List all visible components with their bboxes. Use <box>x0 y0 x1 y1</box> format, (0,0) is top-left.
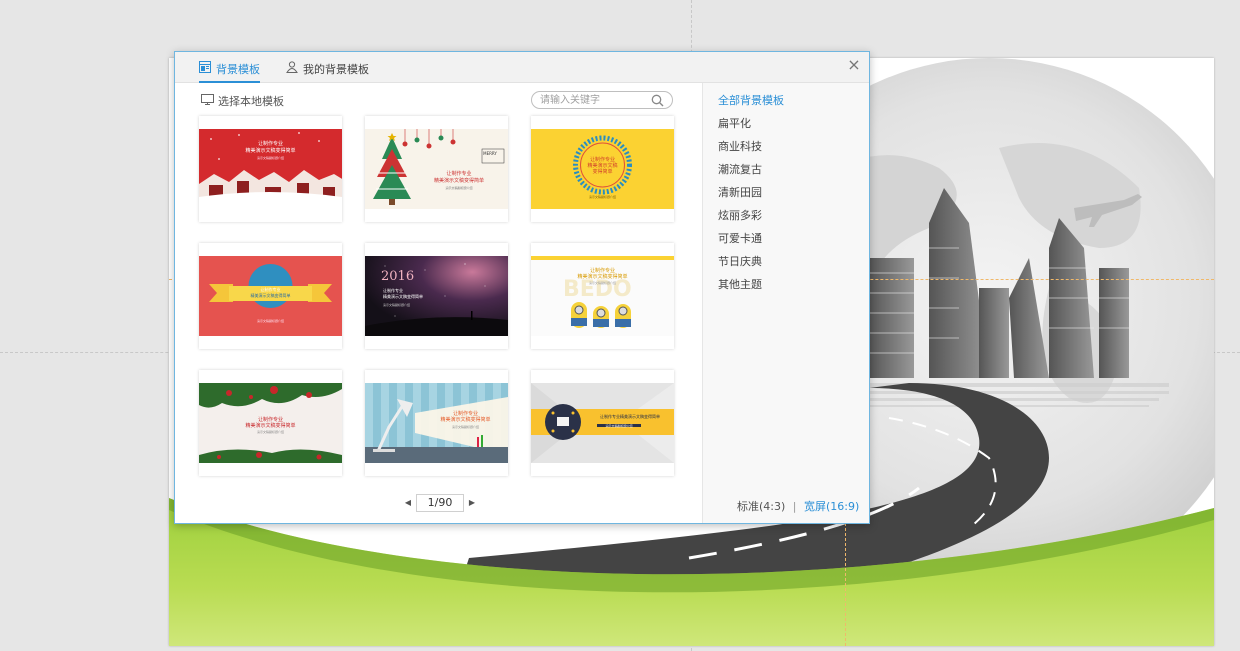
category-other[interactable]: 其他主题 <box>718 276 762 292</box>
choose-local-template-button[interactable]: 选择本地模板 <box>201 93 284 109</box>
template-subtitle: 演示文稿副标题介绍 <box>256 430 284 434</box>
dialog-header: 背景模板 我的背景模板 × <box>175 52 869 83</box>
template-title-line-3: 变得简单 <box>592 169 613 175</box>
template-card[interactable]: 让制作专业 精美演示文稿变得简单 演示文稿副标题介绍 <box>365 370 508 476</box>
category-business-tech[interactable]: 商业科技 <box>718 138 762 154</box>
template-subtitle: 演示文稿副标题介绍 <box>256 156 284 160</box>
template-card[interactable]: BEDO 让制作专业 精美演示文稿变得简单 演示文稿副标题介绍 <box>531 243 674 349</box>
template-badge: MERRY <box>483 151 497 156</box>
template-year: 2016 <box>381 269 415 284</box>
search-input[interactable] <box>540 93 648 107</box>
template-card[interactable]: 2016 让制作专业 精美演示文稿变得简单 演示文稿副标题介绍 <box>365 243 508 349</box>
template-subtitle: 演示文稿副标题介绍 <box>588 281 616 285</box>
category-colorful[interactable]: 炫丽多彩 <box>718 207 762 223</box>
template-subtitle: 演示文稿副标题介绍 <box>383 303 411 307</box>
template-title-line-2: 精美演示文稿变得简单 <box>440 417 491 423</box>
prev-page-icon[interactable]: ◀ <box>403 496 413 510</box>
template-subtitle: 演示文稿副标题介绍 <box>605 423 633 428</box>
template-subtitle: 演示文稿副标题介绍 <box>256 319 284 323</box>
aspect-standard-option[interactable]: 标准(4:3) <box>737 500 785 513</box>
tab-my-background-templates[interactable]: 我的背景模板 <box>286 61 369 83</box>
page-indicator: 1/90 <box>416 494 464 512</box>
monitor-icon <box>201 94 214 108</box>
next-page-icon[interactable]: ▶ <box>467 496 477 510</box>
aspect-wide-option[interactable]: 宽屏(16:9) <box>804 500 859 513</box>
template-title-line-2: 精美演示文稿变得简单 <box>433 178 484 184</box>
template-title-line-2: 精美演示文稿变得简单 <box>577 274 628 280</box>
aspect-ratio-selector: 标准(4:3) | 宽屏(16:9) <box>737 498 859 514</box>
template-card[interactable]: 让制作专业 精美演示文稿变得简单 演示文稿副标题介绍 <box>199 370 342 476</box>
template-title-line-2: 精美演示文稿变得简单 <box>383 294 423 299</box>
tab-label: 背景模板 <box>216 63 260 76</box>
template-card[interactable]: MERRY 让制作专业 精美演示文稿变得简单 演示文稿副标题介绍 <box>365 116 508 222</box>
template-icon <box>199 61 211 76</box>
template-thumbnail <box>365 129 508 209</box>
background-template-dialog: 背景模板 我的背景模板 × 选择本地模板 请输入关键字 让制作专业 精美演示文稿… <box>174 51 870 524</box>
template-subtitle: 演示文稿副标题介绍 <box>588 195 616 199</box>
category-retro[interactable]: 潮流复古 <box>718 161 762 177</box>
template-subtitle: 演示文稿副标题介绍 <box>451 425 479 429</box>
template-subtitle: 演示文稿副标题介绍 <box>445 186 473 190</box>
template-card[interactable]: 让制作专业 精美演示文稿变得简单 演示文稿副标题介绍 <box>199 116 342 222</box>
category-pastoral[interactable]: 清新田园 <box>718 184 762 200</box>
category-holiday[interactable]: 节日庆典 <box>718 253 762 269</box>
template-title-line-1: 让制作专业 <box>446 171 472 177</box>
close-icon[interactable]: × <box>847 57 861 73</box>
category-flat[interactable]: 扁平化 <box>718 115 751 131</box>
tab-label: 我的背景模板 <box>303 63 369 76</box>
template-title-line-1: 让制作专业精美演示文稿变得简单 <box>600 414 660 419</box>
search-box <box>531 91 673 109</box>
search-icon[interactable] <box>651 94 664 107</box>
aspect-separator: | <box>792 500 797 513</box>
template-card[interactable]: 让制作专业 精美演示文稿 变得简单 演示文稿副标题介绍 <box>531 116 674 222</box>
template-card[interactable]: 让制作专业精美演示文稿变得简单 演示文稿副标题介绍 <box>531 370 674 476</box>
local-template-label: 选择本地模板 <box>218 95 284 108</box>
category-sidebar: 全部背景模板 扁平化 商业科技 潮流复古 清新田园 炫丽多彩 可爱卡通 节日庆典… <box>702 83 869 523</box>
tab-background-templates[interactable]: 背景模板 <box>199 61 260 83</box>
user-icon <box>286 61 298 76</box>
template-thumbnail <box>365 383 508 463</box>
template-title-line-2: 精美演示文稿变得简单 <box>245 148 296 154</box>
pagination: ◀ 1/90 ▶ <box>403 494 483 512</box>
template-title-line-2: 精美演示文稿变得简单 <box>245 423 296 429</box>
category-cartoon[interactable]: 可爱卡通 <box>718 230 762 246</box>
template-card[interactable]: 让制作专业 精美演示文稿变得简单 演示文稿副标题介绍 <box>199 243 342 349</box>
category-all[interactable]: 全部背景模板 <box>718 92 784 108</box>
template-title-line-1: 让制作专业 <box>257 141 283 147</box>
template-title-line-2: 精美演示文稿变得简单 <box>250 293 291 298</box>
